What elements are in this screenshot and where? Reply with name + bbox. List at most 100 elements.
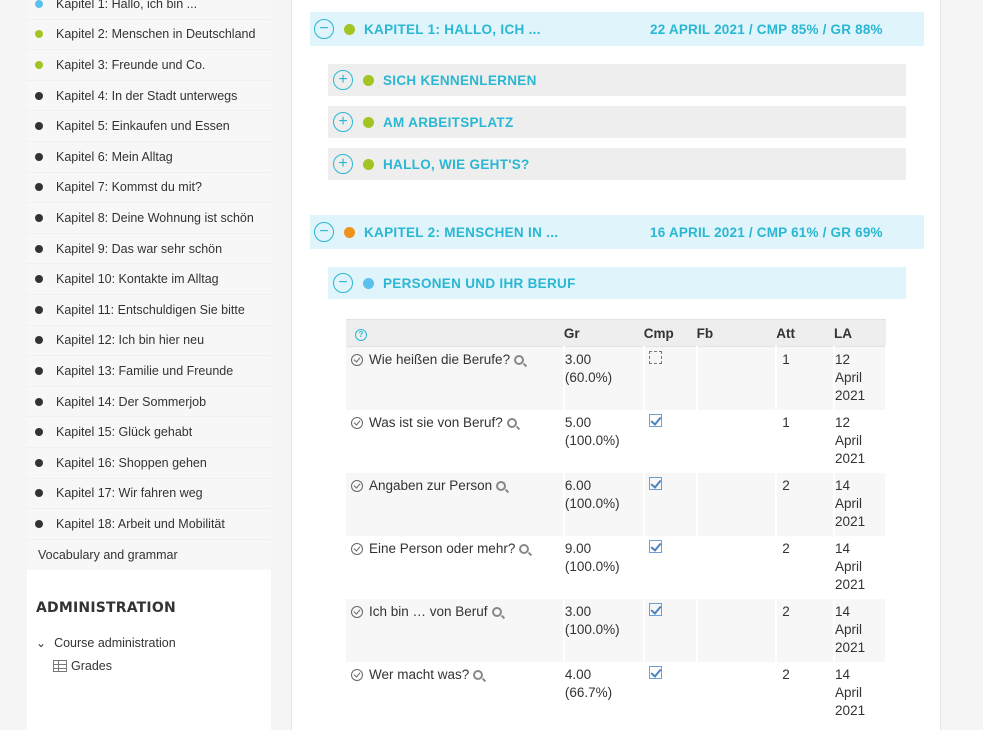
sidebar-item-chapter[interactable]: Kapitel 14: Der Sommerjob: [27, 386, 271, 418]
grade-value: 3.00: [564, 603, 592, 619]
status-dot: [35, 275, 43, 284]
activity-sich-kennenlernen[interactable]: + SICH KENNENLERNEN: [328, 64, 906, 96]
sidebar-item-chapter[interactable]: Kapitel 4: In der Stadt unterwegs: [27, 80, 271, 112]
grade-table: ? Gr Cmp Fb Att LA Wie heißen die Berufe…: [346, 319, 887, 725]
sidebar-item-label: Kapitel 5: Einkaufen und Essen: [56, 119, 230, 134]
sidebar-item-vocabulary[interactable]: Vocabulary and grammar: [27, 539, 271, 570]
column-header-att: Att: [776, 319, 835, 347]
sidebar-item-chapter[interactable]: Kapitel 13: Familie und Freunde: [27, 356, 271, 387]
feedback-cell: [696, 472, 778, 536]
expand-icon[interactable]: +: [333, 112, 353, 132]
table-row: Wer macht was? 4.00 (66.7%) 2 14 April 2021: [346, 661, 887, 725]
completion-cell: [643, 598, 698, 662]
attempts-value: 2: [782, 477, 790, 493]
activity-hallo-wie-gehts[interactable]: + HALLO, WIE GEHT'S?: [328, 148, 906, 180]
last-access-cell: 12 April 2021: [834, 346, 887, 410]
last-access-day: 12: [835, 352, 851, 367]
activity-name-cell: Ich bin … von Beruf: [346, 598, 565, 662]
status-dot: [35, 397, 43, 406]
attempts-cell: 1: [776, 409, 836, 473]
administration-block: ADMINISTRATION ⌄ Course administration G…: [27, 570, 271, 673]
completion-cell: [643, 409, 698, 473]
magnifier-icon[interactable]: [473, 669, 484, 680]
table-row: Eine Person oder mehr? 9.00 (100.0%) 2 14 Apr…: [346, 535, 887, 599]
activity-am-arbeitsplatz[interactable]: + AM ARBEITSPLATZ: [328, 106, 906, 138]
help-icon[interactable]: ?: [355, 328, 367, 341]
activity-link[interactable]: Wie heißen die Berufe?: [369, 352, 510, 367]
activity-link[interactable]: Was ist sie von Beruf?: [369, 415, 503, 430]
expand-icon[interactable]: +: [333, 154, 353, 174]
sidebar-item-chapter[interactable]: Kapitel 12: Ich bin hier neu: [27, 325, 271, 357]
quiz-icon: [351, 605, 363, 618]
last-access-day: 14: [835, 477, 851, 493]
sidebar-item-label: Kapitel 7: Kommst du mit?: [56, 180, 202, 195]
sidebar-item-chapter[interactable]: Kapitel 3: Freunde und Co.: [27, 50, 271, 81]
sidebar-item-chapter[interactable]: Kapitel 10: Kontakte im Alltag: [27, 264, 271, 295]
sidebar-item-label: Kapitel 15: Glück gehabt: [56, 425, 193, 440]
sidebar-item-label: Kapitel 9: Das war sehr schön: [56, 241, 223, 256]
magnifier-icon[interactable]: [519, 543, 530, 554]
last-access-month: April: [835, 432, 863, 448]
sidebar-item-chapter[interactable]: Kapitel 8: Deine Wohnung ist schön: [27, 203, 271, 234]
last-access-day: 14: [835, 540, 851, 556]
chapter-list: Kapitel 1: Hallo, ich bin ... Kapitel 2: …: [27, 0, 271, 540]
magnifier-icon[interactable]: [496, 480, 507, 491]
sidebar-item-label: Kapitel 3: Freunde und Co.: [56, 57, 206, 72]
grades-link[interactable]: Grades: [36, 659, 271, 673]
status-dot: [35, 91, 43, 100]
sidebar-item-label: Kapitel 13: Familie und Freunde: [56, 363, 234, 378]
activity-link[interactable]: Eine Person oder mehr?: [369, 541, 515, 556]
sidebar-item-chapter[interactable]: Kapitel 1: Hallo, ich bin ...: [27, 0, 271, 20]
section-header-kapitel-1[interactable]: − KAPITEL 1: HALLO, ICH ... 22 APRIL 202…: [310, 12, 924, 46]
sidebar-item-chapter[interactable]: Kapitel 6: Mein Alltag: [27, 141, 271, 173]
sidebar-item-chapter[interactable]: Kapitel 16: Shoppen gehen: [27, 447, 271, 479]
grade-percent: (66.7%): [564, 684, 613, 700]
feedback-cell: [696, 346, 778, 410]
activity-link[interactable]: Angaben zur Person: [369, 478, 492, 493]
sidebar-item-chapter[interactable]: Kapitel 9: Das war sehr schön: [27, 233, 271, 265]
sidebar-item-chapter[interactable]: Kapitel 11: Entschuldigen Sie bitte: [27, 294, 271, 326]
status-dot: [35, 183, 43, 192]
activity-title: AM ARBEITSPLATZ: [383, 114, 514, 130]
course-administration-toggle[interactable]: ⌄ Course administration: [36, 636, 271, 650]
collapse-icon[interactable]: −: [314, 222, 334, 242]
magnifier-icon[interactable]: [514, 355, 525, 365]
course-administration-label: Course administration: [54, 635, 176, 650]
sidebar-item-label: Kapitel 2: Menschen in Deutschland: [56, 27, 256, 42]
sidebar-item-label: Vocabulary and grammar: [38, 547, 178, 562]
sidebar-item-chapter[interactable]: Kapitel 2: Menschen in Deutschland: [27, 19, 271, 51]
activity-link[interactable]: Ich bin … von Beruf: [369, 604, 488, 619]
grade-cell: 5.00 (100.0%): [563, 409, 645, 473]
help-header[interactable]: ?: [346, 319, 564, 347]
collapse-icon[interactable]: −: [333, 273, 353, 293]
last-access-month: April: [835, 558, 863, 574]
sidebar-item-chapter[interactable]: Kapitel 15: Glück gehabt: [27, 417, 271, 448]
grade-percent: (100.0%): [564, 432, 620, 448]
section-header-kapitel-2[interactable]: − KAPITEL 2: MENSCHEN IN ... 16 APRIL 20…: [310, 215, 924, 249]
collapse-icon[interactable]: −: [314, 19, 334, 39]
activity-personen-und-ihr-beruf[interactable]: − PERSONEN UND IHR BERUF: [328, 267, 906, 299]
sidebar-item-chapter[interactable]: Kapitel 7: Kommst du mit?: [27, 172, 271, 204]
sidebar-item-label: Kapitel 6: Mein Alltag: [56, 149, 173, 164]
magnifier-icon[interactable]: [491, 606, 502, 617]
status-dot: [35, 0, 43, 8]
activity-link[interactable]: Wer macht was?: [369, 667, 469, 682]
status-dot: [363, 158, 374, 170]
sidebar-item-label: Kapitel 1: Hallo, ich bin ...: [56, 0, 198, 11]
quiz-icon: [351, 542, 363, 555]
chevron-down-icon: ⌄: [36, 635, 47, 650]
sidebar-item-chapter[interactable]: Kapitel 5: Einkaufen und Essen: [27, 111, 271, 142]
completion-checkbox-icon: [648, 351, 662, 364]
sidebar-item-chapter[interactable]: Kapitel 18: Arbeit und Mobilität: [27, 509, 271, 540]
sidebar-item-label: Kapitel 16: Shoppen gehen: [56, 455, 207, 470]
column-header-cmp: Cmp: [643, 319, 697, 347]
completion-checkbox-icon: [648, 665, 662, 679]
section-summary: 16 APRIL 2021 / CMP 61% / GR 69%: [650, 224, 883, 240]
grade-cell: 6.00 (100.0%): [563, 472, 645, 536]
magnifier-icon[interactable]: [506, 417, 517, 428]
status-dot: [35, 489, 43, 498]
sidebar-item-chapter[interactable]: Kapitel 17: Wir fahren weg: [27, 478, 271, 510]
attempts-value: 2: [782, 603, 790, 619]
sidebar-item-label: Kapitel 8: Deine Wohnung ist schön: [56, 210, 254, 225]
expand-icon[interactable]: +: [333, 70, 353, 90]
